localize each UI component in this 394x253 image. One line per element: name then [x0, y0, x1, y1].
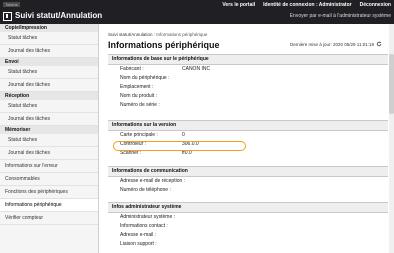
- row-label: Numéro de série :: [120, 102, 160, 108]
- info-row: Adresse e-mail de réception :: [108, 177, 388, 186]
- vertical-scrollbar[interactable]: [389, 24, 394, 253]
- main-content: Suivi statut/Annulation : Informations p…: [102, 24, 394, 253]
- row-label: Adresse e-mail de réception :: [120, 178, 186, 184]
- row-label: Numéro de téléphone :: [120, 187, 171, 193]
- section-header-basic-info: Informations de base sur le périphérique: [108, 54, 388, 65]
- portal-link[interactable]: Vers le portail: [222, 2, 255, 9]
- sidebar-item-error-info[interactable]: Informations sur l'erreur: [0, 160, 98, 173]
- sidebar-category-send: Envoi: [0, 58, 98, 66]
- sidebar-item-store-job-status[interactable]: Statut tâches: [0, 134, 98, 147]
- info-row: Emplacement :: [108, 83, 388, 92]
- refresh-icon[interactable]: [376, 41, 382, 47]
- info-row: Informations contact :: [108, 222, 388, 231]
- section-header-version-info: Informations sur la version: [108, 120, 388, 131]
- breadcrumb-current: Informations périphérique: [156, 32, 208, 37]
- breadcrumb-link-status[interactable]: Suivi statut/Annulation: [108, 32, 153, 37]
- info-row: Liaison support :: [108, 240, 388, 249]
- section-communication-info: Informations de communication Adresse e-…: [108, 166, 388, 195]
- top-bar: Tokens Vers le portail Identité de conne…: [0, 0, 394, 24]
- section-basic-info: Informations de base sur le périphérique…: [108, 54, 388, 110]
- controller-version-highlight: [113, 141, 246, 151]
- info-row: Administrateur système :: [108, 213, 388, 222]
- row-label: Emplacement :: [120, 84, 154, 90]
- sidebar: Copie/Impression Statut tâches Journal d…: [0, 24, 99, 253]
- last-update-text: Dernière mise à jour: 2020 05/29 11:01:1…: [290, 42, 374, 47]
- top-links: Vers le portail Identité de connexion : …: [222, 2, 391, 9]
- sidebar-item-send-job-status[interactable]: Statut tâches: [0, 66, 98, 79]
- sidebar-category-copy-print: Copie/Impression: [0, 24, 98, 32]
- monitor-icon: [3, 11, 12, 21]
- sidebar-item-send-job-log[interactable]: Journal des tâches: [0, 79, 98, 92]
- app-title-area: Suivi statut/Annulation: [3, 11, 102, 21]
- info-row: Numéro de téléphone :: [108, 186, 388, 195]
- info-row: Numéro de série :: [108, 101, 388, 110]
- window-tag: Tokens: [3, 2, 20, 7]
- info-row: Adresse e-mail :: [108, 231, 388, 240]
- info-row: Carte principale : 0: [108, 131, 388, 140]
- section-version-info: Informations sur la version Carte princi…: [108, 120, 388, 158]
- sidebar-category-store: Mémoriser: [0, 126, 98, 134]
- row-label: Fabricant :: [120, 66, 144, 72]
- row-value: 0: [182, 132, 185, 138]
- section-admin-info: Infos administrateur système Administrat…: [108, 202, 388, 249]
- sidebar-item-device-info[interactable]: Informations périphérique: [0, 199, 98, 212]
- row-label: Administrateur système :: [120, 214, 176, 220]
- login-id-label: Identité de connexion : Administrator: [263, 2, 352, 8]
- section-header-communication-info: Informations de communication: [108, 166, 388, 177]
- row-label: Liaison support :: [120, 241, 157, 247]
- page-title: Informations périphérique: [108, 40, 220, 50]
- scrollbar-thumb[interactable]: [389, 54, 394, 114]
- sidebar-item-receive-job-status[interactable]: Statut tâches: [0, 100, 98, 113]
- section-header-admin-info: Infos administrateur système: [108, 202, 388, 213]
- sidebar-item-device-features[interactable]: Fonctions des périphériques: [0, 186, 98, 199]
- sidebar-item-store-job-log[interactable]: Journal des tâches: [0, 147, 98, 160]
- sidebar-item-consumables[interactable]: Consommables: [0, 173, 98, 186]
- row-value: CANON INC: [182, 66, 211, 72]
- sidebar-item-copy-job-status[interactable]: Statut tâches: [0, 32, 98, 45]
- breadcrumb: Suivi statut/Annulation : Informations p…: [108, 32, 207, 37]
- info-row: Fabricant : CANON INC: [108, 65, 388, 74]
- sidebar-item-copy-job-log[interactable]: Journal des tâches: [0, 45, 98, 58]
- row-label: Carte principale :: [120, 132, 158, 138]
- row-label: Adresse e-mail :: [120, 232, 157, 238]
- email-admin-link[interactable]: Envoyer par e-mail à l'administrateur sy…: [290, 13, 391, 19]
- row-label: Nom du produit :: [120, 93, 157, 99]
- app-window: Tokens Vers le portail Identité de conne…: [0, 0, 394, 253]
- sidebar-item-receive-job-log[interactable]: Journal des tâches: [0, 113, 98, 126]
- info-row: Nom du périphérique :: [108, 74, 388, 83]
- info-row: Nom du produit :: [108, 92, 388, 101]
- row-label: Informations contact :: [120, 223, 168, 229]
- app-title: Suivi statut/Annulation: [15, 11, 103, 20]
- logout-link[interactable]: Déconnexion: [360, 2, 391, 9]
- sidebar-category-receive: Réception: [0, 92, 98, 100]
- row-label: Nom du périphérique :: [120, 75, 170, 81]
- sidebar-item-check-counter[interactable]: Vérifier compteur: [0, 212, 98, 225]
